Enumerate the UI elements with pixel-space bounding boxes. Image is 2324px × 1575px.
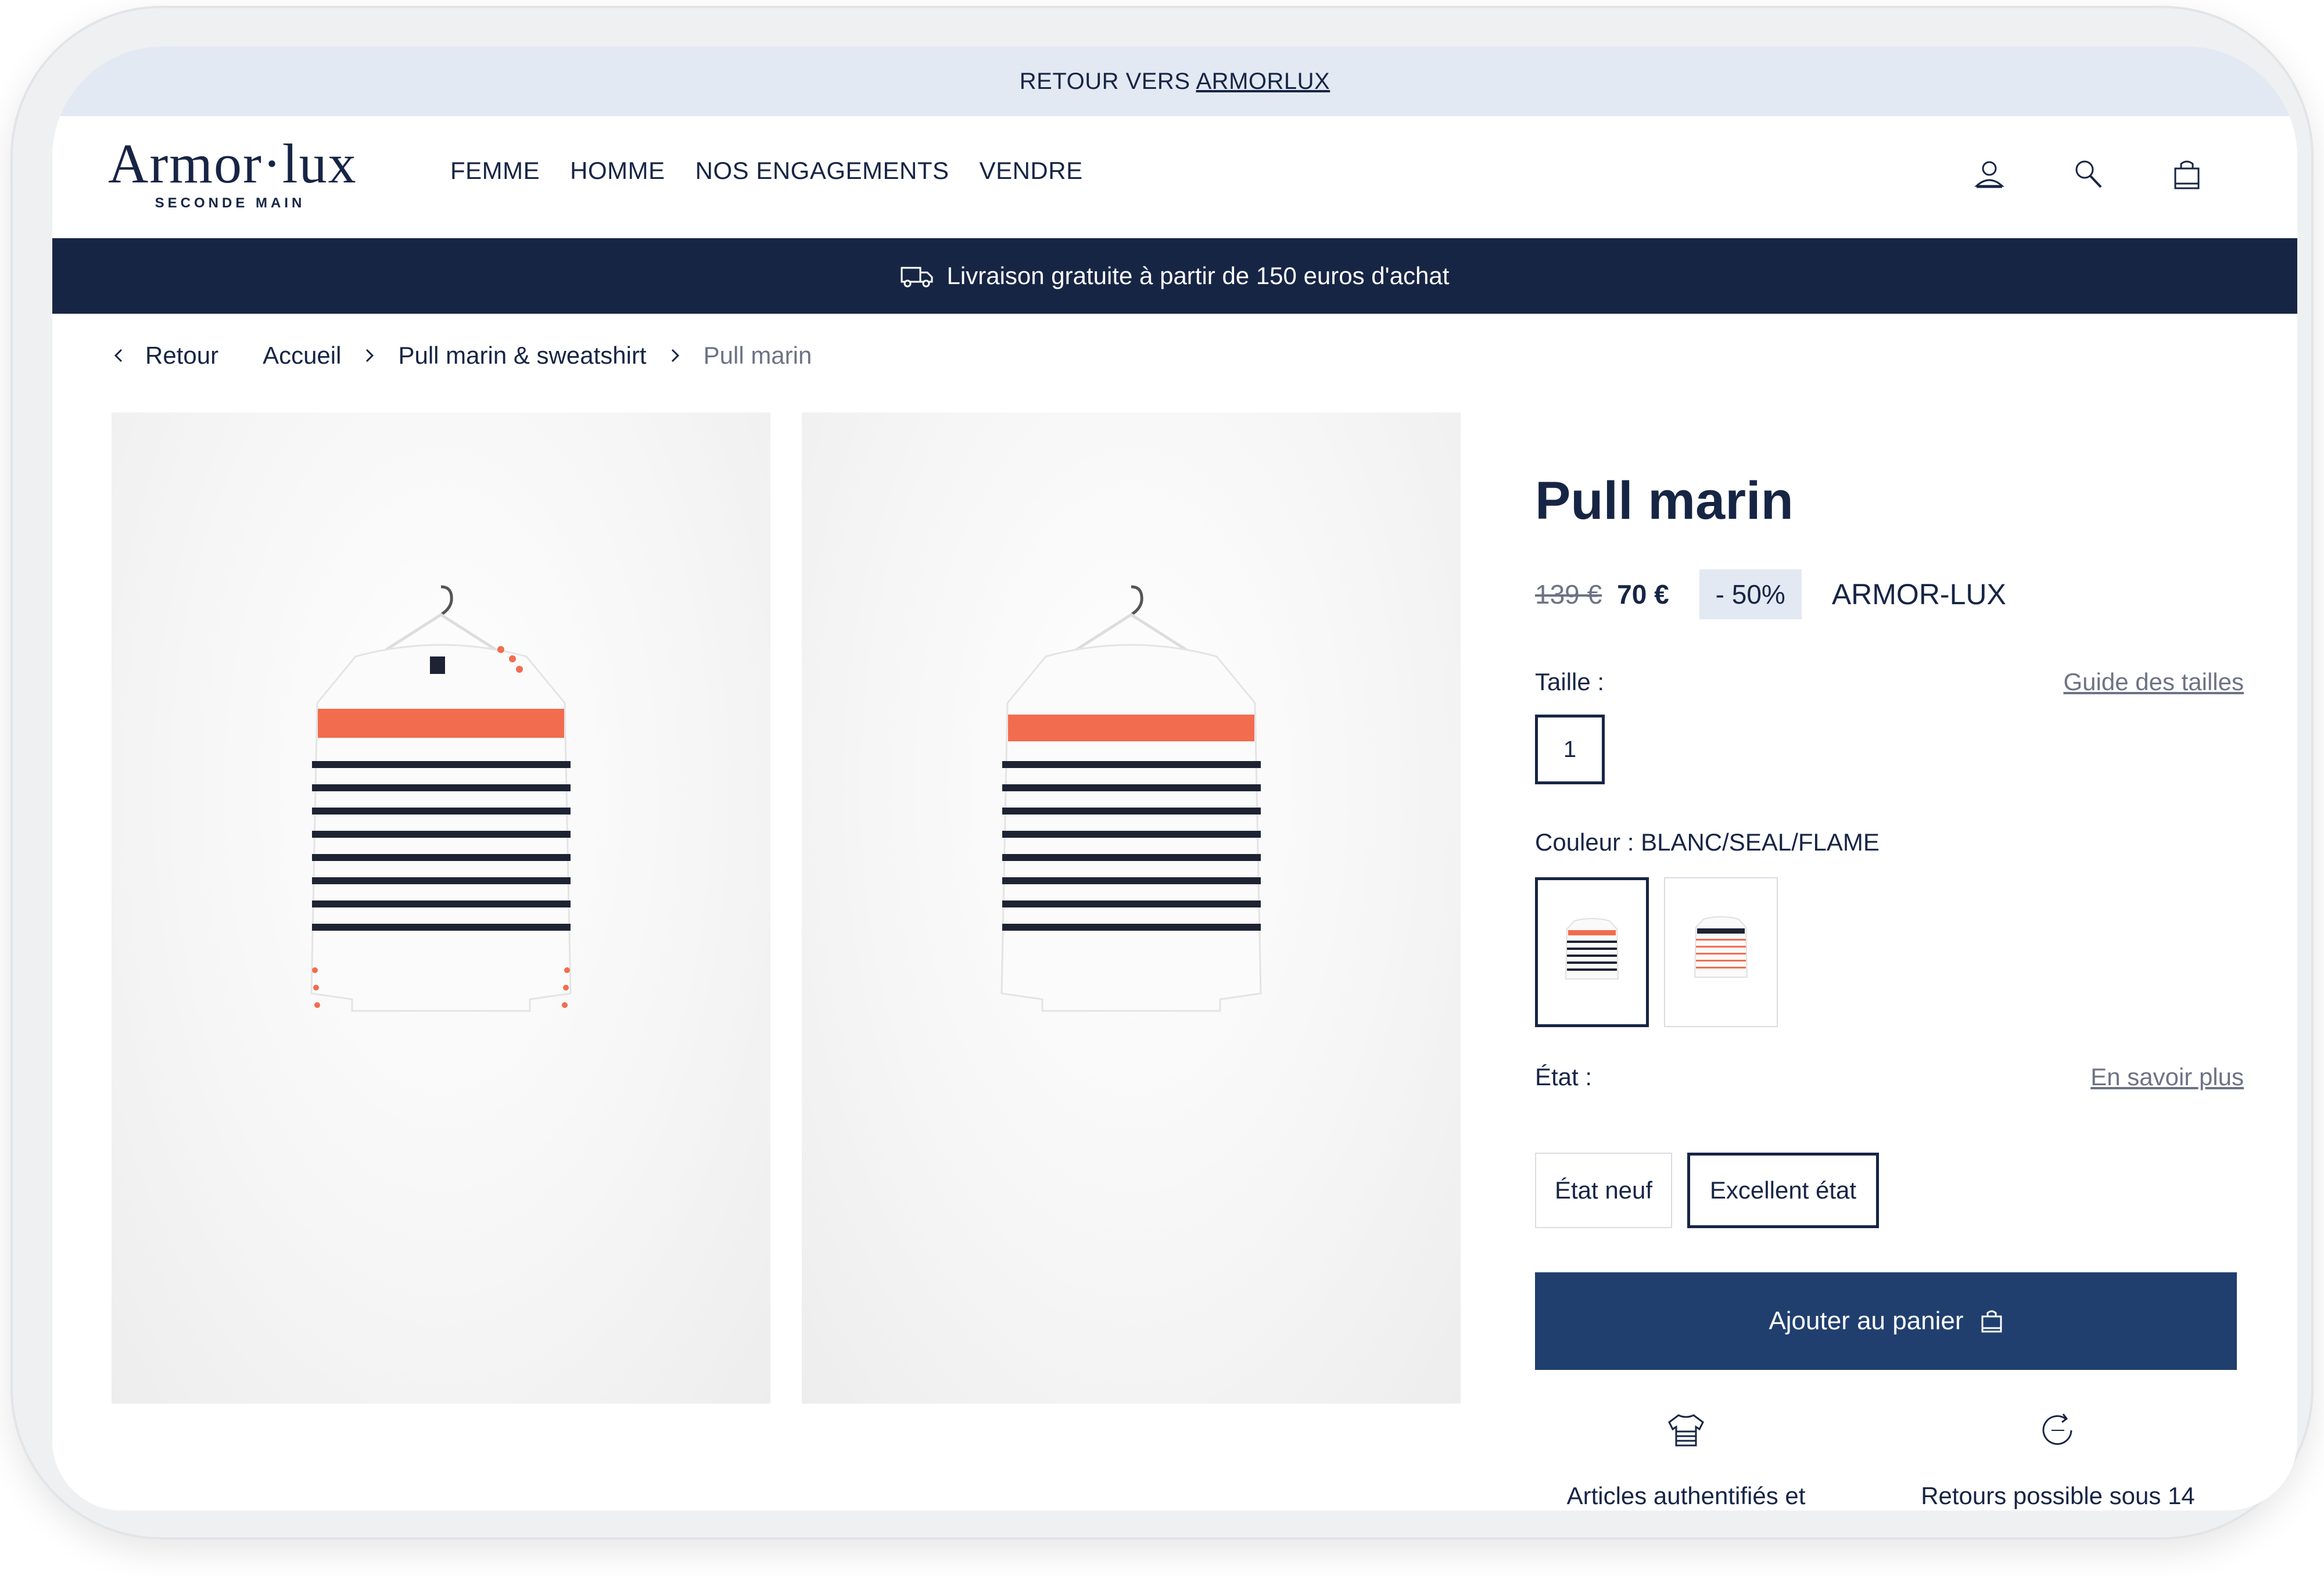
shopping-bag-icon: [1981, 1310, 2002, 1333]
add-to-cart-label: Ajouter au panier: [1769, 1307, 1964, 1335]
swatch-sweater-image: [1565, 918, 1619, 980]
feature-returns: Retours possible sous 14 jours: [1907, 1412, 2209, 1511]
logo-tagline: SECONDE MAIN: [155, 195, 306, 211]
feature-authenticated-text: Articles authentifiés et nettoyés par Ar…: [1566, 1482, 1806, 1509]
armorlux-link[interactable]: ARMORLUX: [1196, 69, 1330, 95]
logo[interactable]: Armor·lux SECONDE MAIN: [108, 136, 364, 211]
sweater-icon: [1668, 1414, 1704, 1447]
shopping-bag-icon[interactable]: [2169, 157, 2204, 192]
nav-vendre[interactable]: VENDRE: [980, 157, 1083, 185]
truck-icon: [901, 267, 933, 288]
shipping-text: Livraison gratuite à partir de 150 euros…: [946, 262, 1450, 289]
chevron-left-icon: [114, 349, 123, 363]
product-photo-back[interactable]: [802, 412, 1461, 1404]
sweater-back-image: [1000, 585, 1262, 1012]
old-price: 139 €: [1535, 579, 1602, 609]
add-to-cart-button[interactable]: Ajouter au panier: [1535, 1272, 2237, 1370]
crumb-category[interactable]: Pull marin & sweatshirt: [398, 342, 646, 369]
logo-wordmark: Armor·lux: [108, 132, 357, 195]
crumb-current: Pull marin: [703, 342, 812, 369]
chevron-right-icon: [671, 349, 679, 363]
chevron-right-icon: [366, 349, 374, 363]
current-price: 70 €: [1617, 579, 1669, 609]
return-icon: [2042, 1413, 2072, 1445]
shipping-banner: Livraison gratuite à partir de 150 euros…: [52, 238, 2297, 314]
size-option[interactable]: 1: [1535, 715, 1605, 784]
price-row: 139 € 70 € - 50% ARMOR-LUX: [1535, 569, 2006, 619]
back-label: Retour: [145, 342, 219, 369]
feature-returns-text: Retours possible sous 14 jours: [1921, 1482, 2195, 1509]
account-icon[interactable]: [1972, 157, 2007, 192]
size-label: Taille :: [1535, 668, 1605, 695]
header-icons: [1972, 157, 2204, 192]
nav-engagements[interactable]: NOS ENGAGEMENTS: [695, 157, 949, 185]
feature-authenticated: Articles authentifiés et nettoyés par Ar…: [1535, 1412, 1837, 1511]
main-nav: FEMME HOMME NOS ENGAGEMENTS VENDRE: [450, 157, 1083, 185]
color-label: Couleur : BLANC/SEAL/FLAME: [1535, 828, 1880, 856]
condition-option-new[interactable]: État neuf: [1535, 1153, 1672, 1228]
top-announcement-bar: RETOUR VERS ARMORLUX: [52, 46, 2297, 116]
nav-homme[interactable]: HOMME: [570, 157, 665, 185]
brand-name: ARMOR-LUX: [1831, 578, 2006, 611]
color-swatch-alt[interactable]: [1664, 877, 1778, 1027]
back-link[interactable]: Retour: [113, 342, 218, 369]
swatch-sweater-alt-image: [1694, 916, 1748, 978]
product-title: Pull marin: [1535, 471, 1794, 530]
size-guide-link[interactable]: Guide des tailles: [2063, 668, 2244, 696]
color-swatch-selected[interactable]: [1535, 877, 1649, 1027]
condition-info-link[interactable]: En savoir plus: [2090, 1063, 2244, 1091]
product-photo-front[interactable]: [112, 412, 770, 1404]
top-bar-text: RETOUR VERS: [1019, 68, 1190, 94]
tablet-frame: RETOUR VERS ARMORLUX Armor·lux SECONDE M…: [10, 6, 2314, 1540]
sweater-front-image: [310, 585, 572, 1012]
condition-option-excellent[interactable]: Excellent état: [1687, 1153, 1879, 1228]
crumb-accueil[interactable]: Accueil: [263, 342, 341, 369]
screen: RETOUR VERS ARMORLUX Armor·lux SECONDE M…: [52, 46, 2297, 1511]
nav-femme[interactable]: FEMME: [450, 157, 540, 185]
condition-label: État :: [1535, 1063, 1593, 1090]
discount-badge: - 50%: [1699, 569, 1802, 619]
site-header: Armor·lux SECONDE MAIN FEMME HOMME NOS E…: [52, 116, 2297, 238]
breadcrumb: Retour Accueil Pull marin & sweatshirt P…: [113, 342, 812, 369]
search-icon[interactable]: [2071, 157, 2106, 192]
